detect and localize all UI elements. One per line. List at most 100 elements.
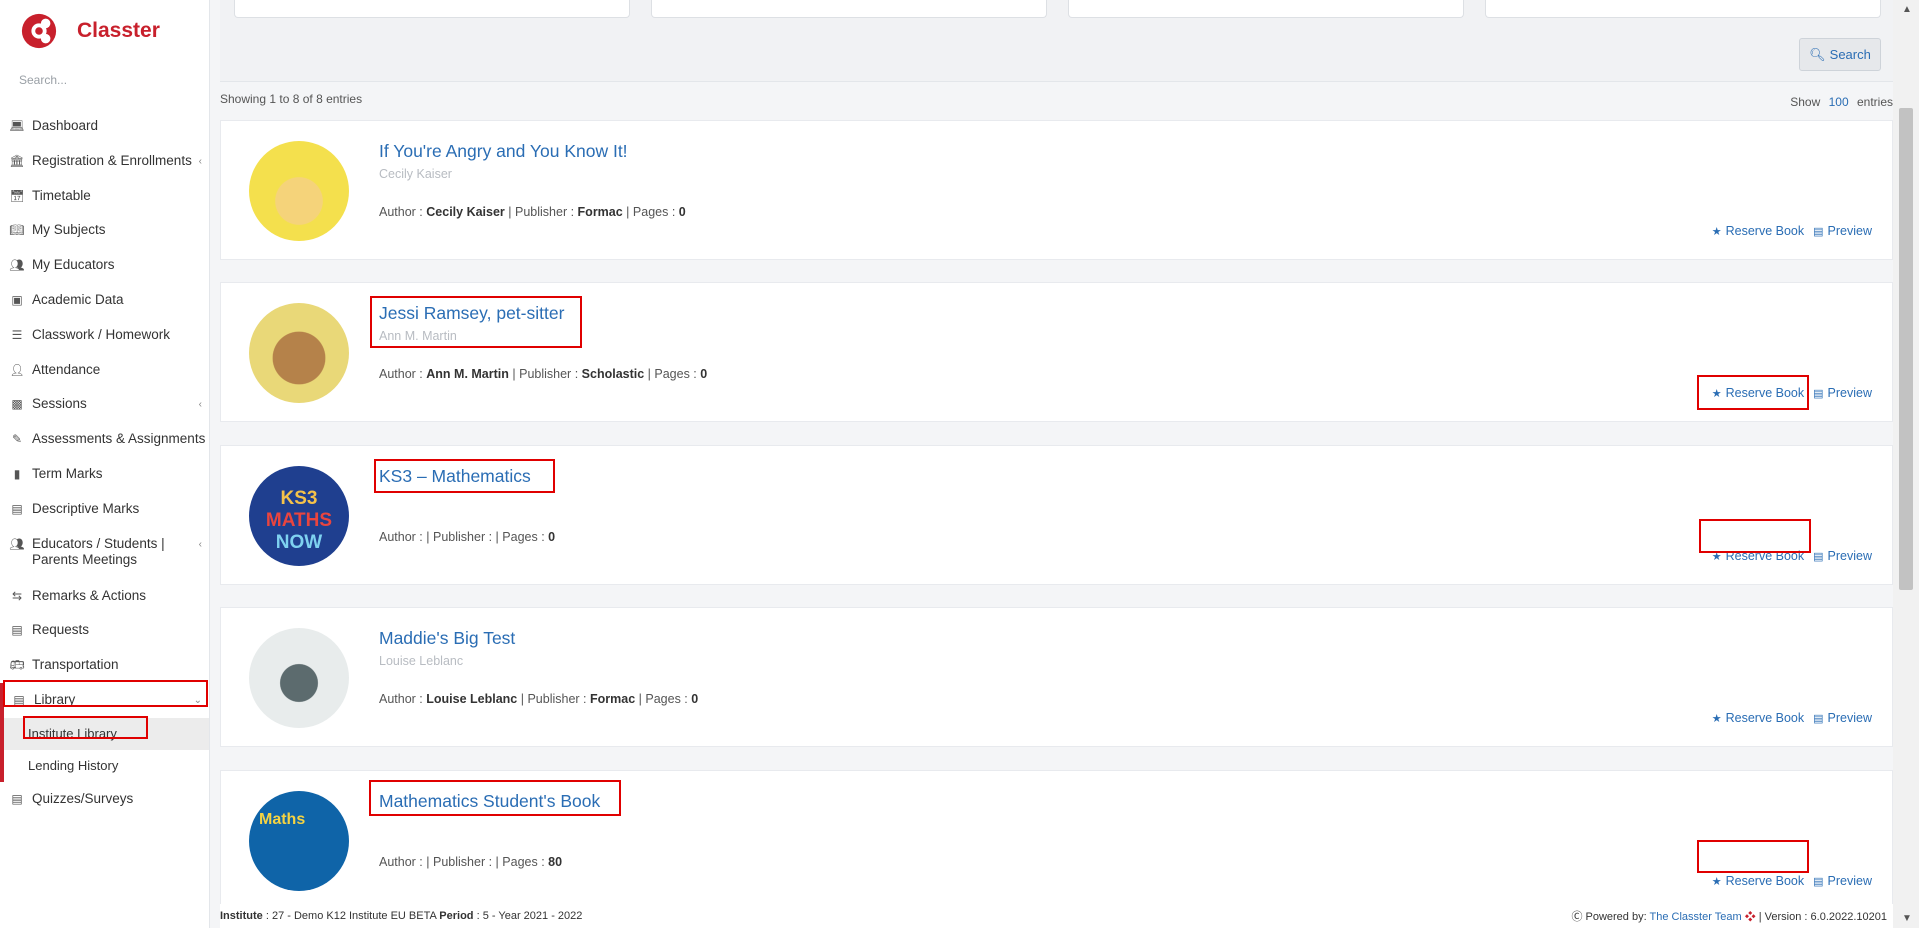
reserve-book-button[interactable]: ★ Reserve Book [1712, 874, 1804, 888]
book-title[interactable]: If You're Angry and You Know It! [379, 141, 628, 162]
chevron-down-icon: ⌄ [193, 694, 202, 706]
preview-label: Preview [1827, 874, 1872, 888]
reserve-book-button[interactable]: ★ Reserve Book [1712, 549, 1804, 563]
sidebar-item-my-subjects[interactable]: 📖︎ My Subjects [0, 213, 209, 248]
scroll-down-icon[interactable]: ▼ [1902, 913, 1912, 924]
publisher-value: Formac [590, 692, 636, 706]
book-actions: ★ Reserve Book ▤ Preview [1712, 386, 1872, 400]
book-cover[interactable]: Maths [249, 791, 349, 891]
sidebar-item-label: Registration & Enrollments [32, 152, 192, 168]
book-cover[interactable]: KS3 MATHS NOW [249, 466, 349, 566]
scroll-up-icon[interactable]: ▲ [1902, 4, 1912, 15]
book-title[interactable]: Mathematics Student's Book [379, 791, 600, 812]
filter-field[interactable] [1068, 0, 1464, 18]
publisher-value: Formac [577, 205, 623, 219]
sidebar-item-quizzes-surveys[interactable]: ▤ Quizzes/Surveys [0, 782, 209, 817]
reserve-book-button[interactable]: ★ Reserve Book [1712, 711, 1804, 725]
sidebar-item-label: Requests [32, 622, 90, 638]
sidebar: Classter Search... 💻︎ Dashboard 🏛︎ Registra… [0, 0, 210, 928]
sidebar-item-label: Quizzes/Surveys [32, 790, 134, 806]
preview-label: Preview [1827, 711, 1872, 725]
pages-value: 0 [678, 205, 686, 219]
sidebar-subitem-lending-history[interactable]: Lending History [4, 750, 209, 782]
preview-button[interactable]: ▤ Preview [1813, 549, 1872, 563]
sidebar-item-library[interactable]: ▤ Library ⌄ [4, 683, 209, 718]
filter-field[interactable] [234, 0, 630, 18]
sidebar-item-requests[interactable]: ▤ Requests [0, 613, 209, 648]
classter-team-link[interactable]: The Classter Team [1650, 911, 1742, 923]
author-value: Cecily Kaiser [426, 205, 505, 219]
reserve-book-button[interactable]: ★ Reserve Book [1712, 224, 1804, 238]
chevron-left-icon: ‹ [198, 399, 202, 411]
book-title[interactable]: Maddie's Big Test [379, 628, 515, 649]
showing-entries-text: Showing 1 to 8 of 8 entries [220, 92, 363, 106]
sidebar-item-registration-enrollments[interactable]: 🏛︎ Registration & Enrollments ‹ [0, 144, 209, 179]
filter-field[interactable] [651, 0, 1047, 18]
sidebar-item-transportation[interactable]: 🚌︎ Transportation [0, 648, 209, 683]
sidebar-item-label: Sessions [32, 396, 87, 412]
reserve-book-button[interactable]: ★ Reserve Book [1712, 386, 1804, 400]
file-icon: ▤ [1813, 875, 1824, 888]
author-value: Ann M. Martin [426, 367, 509, 381]
page-scrollbar[interactable]: ▲ ▼ [1893, 0, 1919, 928]
sidebar-item-label: Educators / Students | Parents Meetings [32, 535, 165, 567]
sidebar-item-attendance[interactable]: 👤︎ Attendance [0, 353, 209, 388]
author-label: Author : [379, 530, 423, 544]
bus-icon: 🚌︎ [9, 658, 25, 673]
reserve-book-label: Reserve Book [1725, 711, 1805, 725]
star-icon: ★ [1711, 875, 1722, 888]
brand[interactable]: Classter [0, 0, 209, 62]
book-card: KS3 MATHS NOW KS3 – Mathematics Author : | P… [220, 445, 1893, 585]
reserve-book-label: Reserve Book [1725, 224, 1805, 238]
chart-icon: ▤ [11, 501, 23, 516]
file-icon: ▤ [1813, 712, 1824, 725]
reserve-book-label: Reserve Book [1725, 874, 1805, 888]
sidebar-item-assessments-assignments[interactable]: ✎ Assessments & Assignments [0, 422, 209, 457]
sessions-icon: ▩ [11, 397, 23, 412]
book-meta: Author : Ann M. Martin | Publisher : Sch… [379, 367, 708, 381]
preview-button[interactable]: ▤ Preview [1813, 711, 1872, 725]
sidebar-item-sessions[interactable]: ▩ Sessions ‹ [0, 387, 209, 422]
book-cover[interactable] [249, 628, 349, 728]
entries-count-select[interactable]: 100 [1829, 95, 1849, 109]
sidebar-item-label: My Subjects [32, 222, 106, 238]
sidebar-item-remarks-actions[interactable]: ⇆ Remarks & Actions [0, 579, 209, 614]
institute-value: : 27 - Demo K12 Institute EU BETA [265, 910, 437, 922]
book-cover[interactable] [249, 303, 349, 403]
brand-name: Classter [77, 19, 160, 42]
file-icon: ▤ [1813, 550, 1824, 563]
book-title[interactable]: KS3 – Mathematics [379, 466, 531, 487]
sidebar-item-educators-students-parents-meetings[interactable]: 👥︎ Educators / Students | Parents Meeting… [0, 527, 209, 579]
file-icon: ▤ [1813, 225, 1824, 238]
preview-button[interactable]: ▤ Preview [1813, 224, 1872, 238]
file-icon: ▤ [1813, 387, 1824, 400]
sidebar-item-descriptive-marks[interactable]: ▤ Descriptive Marks [0, 492, 209, 527]
preview-button[interactable]: ▤ Preview [1813, 874, 1872, 888]
book-actions: ★ Reserve Book ▤ Preview [1712, 549, 1872, 563]
sidebar-item-term-marks[interactable]: ▮ Term Marks [0, 457, 209, 492]
book-title[interactable]: Jessi Ramsey, pet-sitter [379, 303, 564, 324]
powered-by-label: Powered by: [1585, 911, 1647, 923]
pages-value: 80 [548, 855, 563, 869]
file-icon: ▤ [11, 623, 23, 638]
sidebar-item-academic-data[interactable]: ▣ Academic Data [0, 283, 209, 318]
book-cover[interactable] [249, 141, 349, 241]
footer: Institute : 27 - Demo K12 Institute EU B… [220, 904, 1893, 928]
pages-value: 0 [691, 692, 699, 706]
sidebar-search-input[interactable]: Search... [19, 73, 209, 93]
sidebar-item-my-educators[interactable]: 👥︎ My Educators [0, 248, 209, 283]
preview-button[interactable]: ▤ Preview [1813, 386, 1872, 400]
sidebar-item-dashboard[interactable]: 💻︎ Dashboard [0, 109, 209, 144]
sidebar-item-timetable[interactable]: 📅︎ Timetable [0, 179, 209, 214]
period-value: : 5 - Year 2021 - 2022 [476, 910, 583, 922]
scrollbar-thumb[interactable] [1899, 108, 1913, 590]
search-button[interactable]: 🔍︎ Search [1799, 38, 1881, 71]
filter-field[interactable] [1485, 0, 1881, 18]
classter-logo-icon [20, 12, 58, 50]
chalkboard-icon: ▣ [11, 292, 23, 307]
sidebar-item-label: Transportation [32, 657, 119, 673]
sidebar-subitem-institute-library[interactable]: Institute Library [4, 717, 209, 750]
sidebar-item-classwork-homework[interactable]: ☰ Classwork / Homework [0, 318, 209, 353]
book-card: If You're Angry and You Know It! Cecily K… [220, 120, 1893, 260]
book-meta: Author : Cecily Kaiser | Publisher : For… [379, 205, 686, 219]
